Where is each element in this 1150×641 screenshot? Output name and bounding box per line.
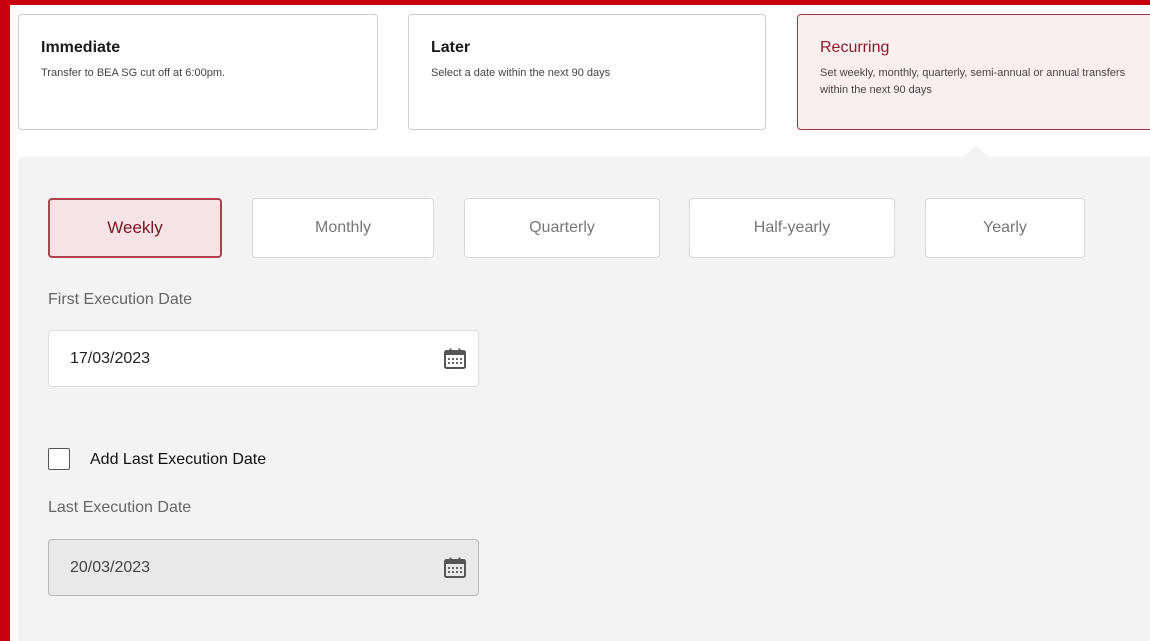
option-description: Transfer to BEA SG cut off at 6:00pm. [41,67,226,79]
brand-frame-left [0,0,10,641]
last-execution-date-value: 20/03/2023 [70,559,151,576]
first-execution-date-value: 17/03/2023 [70,350,151,367]
option-description: Select a date within the next 90 days [431,67,611,79]
option-title: Immediate [41,39,121,56]
add-last-execution-label[interactable]: Add Last Execution Date [90,451,266,469]
transfer-option-immediate[interactable]: Immediate Transfer to BEA SG cut off at … [18,14,378,130]
add-last-execution-checkbox[interactable] [48,448,70,470]
last-execution-date-label: Last Execution Date [48,499,192,516]
frequency-quarterly-button[interactable]: Quarterly [464,198,660,258]
transfer-option-recurring[interactable]: Recurring Set weekly, monthly, quarterly… [797,14,1150,130]
option-title: Recurring [820,39,890,56]
frequency-monthly-button[interactable]: Monthly [252,198,434,258]
frequency-weekly-button[interactable]: Weekly [48,198,222,258]
calendar-icon[interactable] [443,348,467,370]
frequency-half-yearly-button[interactable]: Half-yearly [689,198,895,258]
option-description: Set weekly, monthly, quarterly, semi-ann… [820,67,1126,96]
brand-frame-top [0,0,1150,5]
first-execution-date-input[interactable]: 17/03/2023 [48,330,479,387]
recurring-settings-panel: Weekly Monthly Quarterly Half-yearly Yea… [18,157,1150,641]
calendar-icon [444,557,466,578]
transfer-option-later[interactable]: Later Select a date within the next 90 d… [408,14,766,130]
last-execution-date-input: 20/03/2023 [48,539,479,596]
first-execution-date-label: First Execution Date [48,291,193,308]
frequency-yearly-button[interactable]: Yearly [925,198,1085,258]
option-title: Later [431,39,471,56]
